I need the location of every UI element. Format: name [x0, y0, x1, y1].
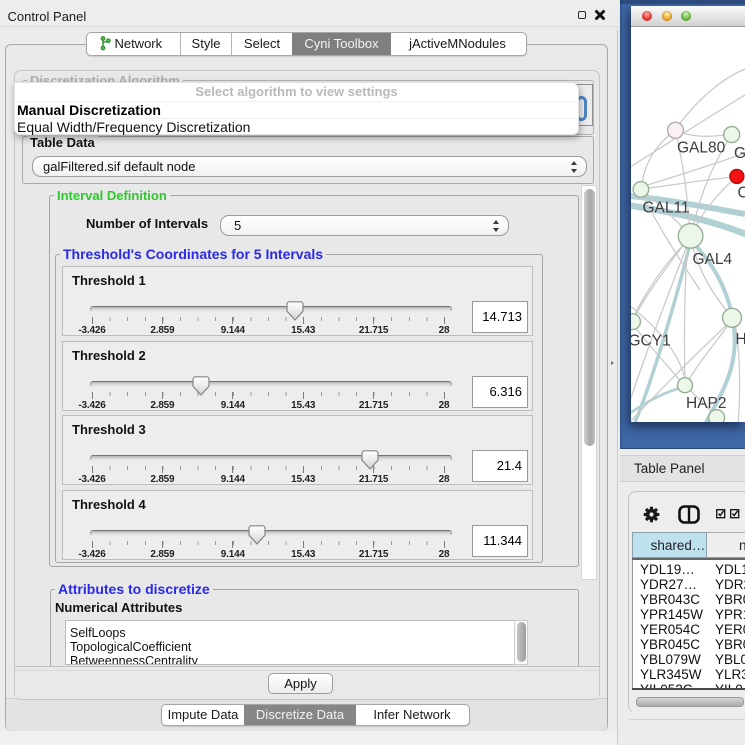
- svg-text:GA: GA: [734, 145, 745, 162]
- svg-text:GAL4: GAL4: [693, 251, 733, 268]
- svg-text:HAP2: HAP2: [686, 395, 727, 412]
- svg-text:GCY1: GCY1: [631, 333, 671, 350]
- svg-text:C: C: [738, 185, 745, 202]
- svg-text:H: H: [736, 331, 745, 348]
- svg-text:GAL11: GAL11: [643, 200, 690, 217]
- svg-text:GAL80: GAL80: [677, 140, 726, 157]
